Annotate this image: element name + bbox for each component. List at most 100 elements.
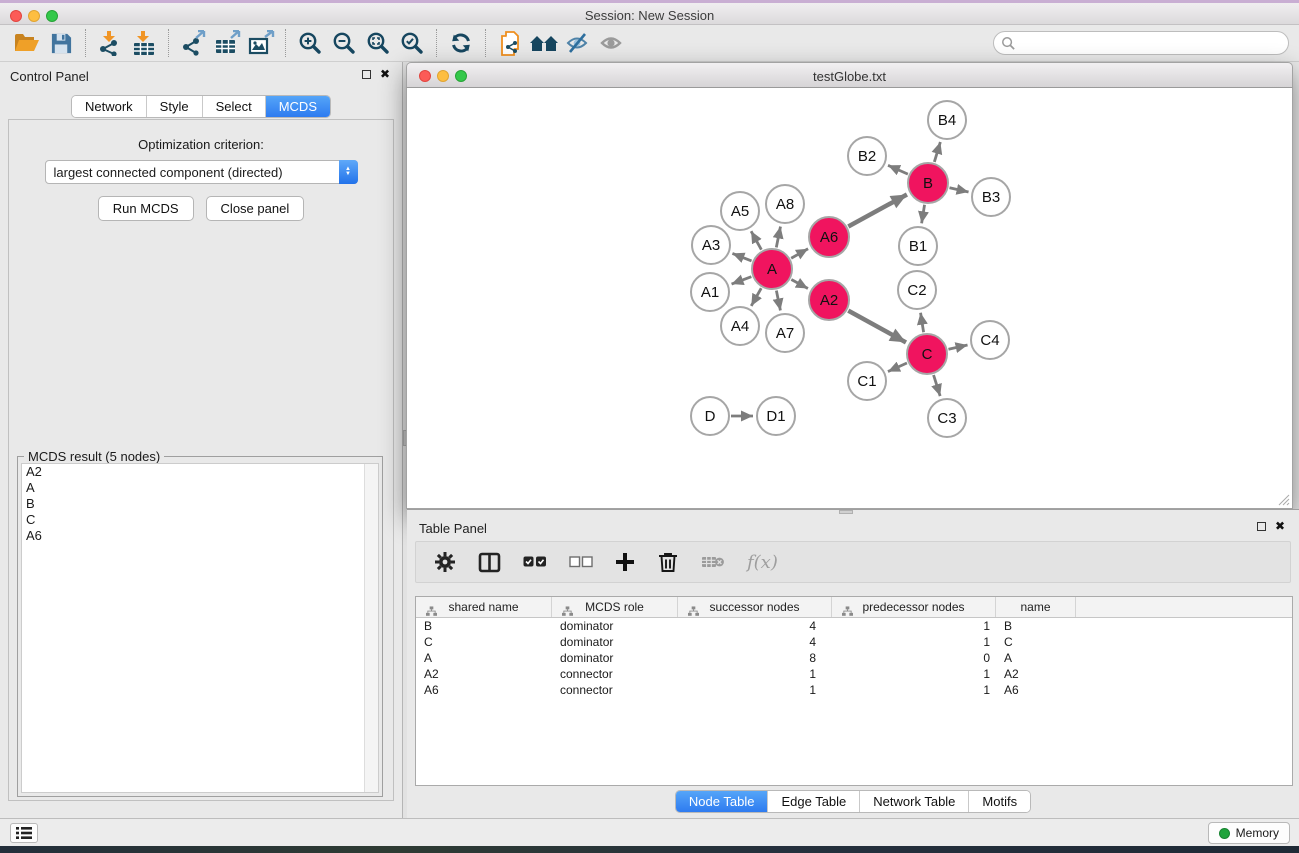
criterion-select[interactable]: largest connected component (directed) ▲… [45,160,358,184]
graph-edge-B-B4[interactable] [934,142,940,162]
table-cell[interactable]: dominator [552,634,678,650]
tab-motifs[interactable]: Motifs [968,791,1030,812]
export-table-icon[interactable] [210,28,244,58]
graph-edge-A6-B[interactable] [848,194,907,226]
mcds-result-item[interactable]: A2 [22,464,378,480]
graph-edge-C-C3[interactable] [934,375,941,396]
table-row[interactable]: A2connector11A2 [416,666,1292,682]
table-row[interactable]: Cdominator41C [416,634,1292,650]
column-header-predecessor-nodes[interactable]: predecessor nodes [832,597,996,617]
table-cell[interactable]: A [416,650,552,666]
network-window-titlebar[interactable]: testGlobe.txt [406,62,1293,88]
tab-network[interactable]: Network [72,96,146,117]
node-table[interactable]: shared nameMCDS rolesuccessor nodesprede… [415,596,1293,786]
close-panel-icon[interactable]: ✖ [1275,521,1285,531]
zoom-out-icon[interactable] [327,28,361,58]
window-resize-grip[interactable] [1276,492,1290,506]
open-session-icon[interactable] [10,28,44,58]
tab-select[interactable]: Select [202,96,265,117]
table-cell[interactable]: B [996,618,1076,634]
graph-edge-A-A8[interactable] [776,227,780,248]
import-network-icon[interactable] [93,28,127,58]
table-cell[interactable]: A6 [416,682,552,698]
table-cell[interactable]: A2 [996,666,1076,682]
graph-edge-A-A7[interactable] [776,291,780,311]
table-cell[interactable]: 1 [832,618,996,634]
run-mcds-button[interactable]: Run MCDS [98,196,194,221]
graph-edge-A-A4[interactable] [751,288,761,306]
zoom-selected-icon[interactable] [395,28,429,58]
close-panel-button[interactable]: Close panel [206,196,305,221]
graph-edge-A-A2[interactable] [791,280,808,289]
save-session-icon[interactable] [44,28,78,58]
table-row[interactable]: A6connector11A6 [416,682,1292,698]
graph-edge-C-C4[interactable] [948,345,967,349]
column-visibility-icon[interactable] [478,552,501,573]
network-canvas[interactable]: AA1A2A3A4A5A6A7A8BB1B2B3B4CC1C2C3C4DD1 [406,88,1293,509]
table-cell[interactable]: connector [552,666,678,682]
table-settings-icon[interactable] [434,551,456,573]
table-cell[interactable]: dominator [552,618,678,634]
mcds-result-item[interactable]: A [22,480,378,496]
table-cell[interactable]: 0 [832,650,996,666]
delete-columns-icon[interactable] [657,551,679,573]
table-row[interactable]: Adominator80A [416,650,1292,666]
refresh-icon[interactable] [444,28,478,58]
table-cell[interactable]: C [996,634,1076,650]
graph-edge-B-B1[interactable] [922,205,925,224]
column-header-MCDS-role[interactable]: MCDS role [552,597,678,617]
table-cell[interactable]: 1 [678,666,832,682]
graph-edge-C-C2[interactable] [921,313,924,333]
mcds-result-list[interactable]: A2ABCA6 [21,463,379,793]
table-cell[interactable]: B [416,618,552,634]
duplicate-network-icon[interactable] [493,28,527,58]
table-cell[interactable]: 1 [832,634,996,650]
mcds-result-item[interactable]: C [22,512,378,528]
table-cell[interactable]: A2 [416,666,552,682]
network-graph[interactable]: AA1A2A3A4A5A6A7A8BB1B2B3B4CC1C2C3C4DD1 [407,88,1292,508]
graph-edge-A-A6[interactable] [791,249,808,258]
mcds-result-item[interactable]: B [22,496,378,512]
tab-style[interactable]: Style [146,96,202,117]
import-table-icon[interactable] [127,28,161,58]
graph-edge-B-B3[interactable] [949,188,968,192]
show-view-icon[interactable] [595,28,629,58]
tab-edge-table[interactable]: Edge Table [767,791,859,812]
table-cell[interactable]: 1 [678,682,832,698]
table-cell[interactable]: 1 [832,666,996,682]
graph-edge-A2-C[interactable] [848,311,906,343]
graph-edge-B-B2[interactable] [888,165,908,174]
hide-view-icon[interactable] [561,28,595,58]
zoom-in-icon[interactable] [293,28,327,58]
add-column-icon[interactable] [615,552,635,572]
table-cell[interactable]: 8 [678,650,832,666]
column-header-successor-nodes[interactable]: successor nodes [678,597,832,617]
tab-node-table[interactable]: Node Table [676,791,768,812]
search-input[interactable] [1016,34,1288,52]
memory-button[interactable]: Memory [1208,822,1290,844]
delete-table-icon[interactable] [701,554,725,570]
table-cell[interactable]: 1 [832,682,996,698]
tab-mcds[interactable]: MCDS [265,96,330,117]
close-panel-icon[interactable]: ✖ [380,69,390,79]
graph-edge-A-A3[interactable] [732,253,751,261]
table-cell[interactable]: connector [552,682,678,698]
table-cell[interactable]: 4 [678,618,832,634]
task-history-button[interactable] [10,823,38,843]
column-header-shared-name[interactable]: shared name [416,597,552,617]
table-cell[interactable]: A [996,650,1076,666]
select-all-rows-icon[interactable] [523,555,547,569]
table-cell[interactable]: 4 [678,634,832,650]
tab-network-table[interactable]: Network Table [859,791,968,812]
table-cell[interactable]: dominator [552,650,678,666]
table-cell[interactable]: C [416,634,552,650]
home-views-icon[interactable] [527,28,561,58]
column-header-name[interactable]: name [996,597,1076,617]
graph-edge-C-C1[interactable] [888,363,907,372]
float-panel-icon[interactable] [1257,522,1266,531]
mcds-result-item[interactable]: A6 [22,528,378,544]
float-panel-icon[interactable] [362,70,371,79]
search-field[interactable] [993,31,1289,55]
scrollbar-track[interactable] [364,464,378,792]
zoom-fit-icon[interactable] [361,28,395,58]
